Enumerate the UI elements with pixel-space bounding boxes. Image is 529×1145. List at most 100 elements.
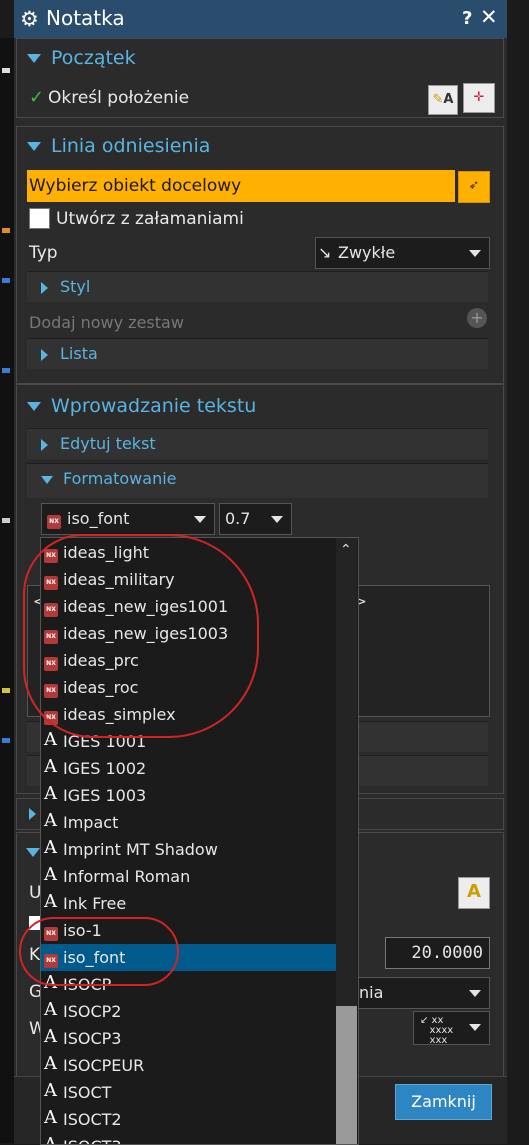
leader-type-icon: ↘ — [318, 243, 332, 262]
select-target-label: Wybierz obiekt docelowy — [29, 176, 242, 196]
font-list-item[interactable]: A ISOCT2 — [41, 1106, 337, 1133]
type-label: Typ — [29, 243, 58, 263]
expand-triangle-icon — [41, 281, 48, 294]
checkmark-icon: ✓ — [29, 87, 45, 108]
leader-target-icon[interactable]: ➶ — [458, 171, 490, 203]
list-label: Lista — [60, 344, 98, 363]
expand-triangle-icon — [29, 808, 36, 820]
font-size-select[interactable]: 0.7 — [219, 503, 292, 535]
font-select[interactable]: NX iso_font — [41, 503, 215, 535]
origin-header[interactable]: Początek — [27, 47, 136, 69]
edit-text-label: Edytuj tekst — [60, 434, 156, 453]
font-list-item-label: ISOCT3 — [63, 1137, 122, 1144]
font-list-item[interactable]: A IGES 1002 — [41, 755, 337, 782]
font-list-item[interactable]: A Informal Roman — [41, 863, 337, 890]
font-list-item-label: ISOCT2 — [63, 1110, 122, 1129]
truetype-font-icon: A — [44, 810, 57, 831]
font-size-value: 0.7 — [225, 509, 251, 528]
font-list-item-label: ISOCPEUR — [63, 1056, 145, 1075]
truetype-font-icon: A — [44, 999, 57, 1020]
chevron-down-icon — [469, 990, 481, 997]
font-list-item[interactable]: A ISOCP2 — [41, 998, 337, 1025]
leader-type-select[interactable]: ↘ Zwykłe — [315, 237, 490, 269]
text-input-header[interactable]: Wprowadzanie tekstu — [27, 395, 256, 417]
specify-location-label[interactable]: Określ położenie — [48, 88, 189, 108]
point-dialog-icon[interactable]: ✛ — [463, 83, 495, 113]
scrollbar-thumb[interactable] — [336, 1006, 357, 1144]
formatting-subgroup[interactable]: Formatowanie — [27, 463, 488, 498]
font-list-item[interactable]: A Impact — [41, 809, 337, 836]
left-toolbar-strip — [0, 38, 14, 1143]
collapse-triangle-icon — [27, 402, 41, 411]
leader-attach-icon: ↙ xx xxxx xxx — [420, 1015, 454, 1046]
select-target-row[interactable]: Wybierz obiekt docelowy — [27, 170, 455, 202]
chevron-down-icon — [194, 516, 206, 523]
font-list-item-label: Imprint MT Shadow — [63, 840, 218, 859]
collapse-triangle-icon — [41, 475, 53, 484]
settings-style-icon[interactable]: A — [458, 877, 490, 909]
leader-header[interactable]: Linia odniesienia — [27, 135, 210, 157]
font-list-item[interactable]: A IGES 1003 — [41, 782, 337, 809]
text-input-header-label: Wprowadzanie tekstu — [51, 395, 257, 417]
formatting-label: Formatowanie — [63, 469, 177, 488]
annotation-circle-ideas — [23, 534, 259, 738]
truetype-font-icon: A — [44, 729, 57, 750]
truetype-font-icon: A — [44, 837, 57, 858]
font-list-item-label: IGES 1003 — [63, 786, 147, 805]
origin-group: Początek ✓ Określ położenie ✎A ✛ — [16, 38, 504, 118]
collapse-triangle-icon — [27, 142, 41, 151]
font-list-item-label: ISOCT — [63, 1083, 112, 1102]
angle-input[interactable]: 20.0000 — [385, 937, 490, 969]
edit-text-subgroup[interactable]: Edytuj tekst — [27, 428, 488, 459]
leader-type-value: Zwykłe — [338, 243, 396, 262]
font-list-item-label: ISOCP2 — [63, 1002, 122, 1021]
collapse-triangle-icon — [27, 54, 41, 63]
collapse-triangle-icon — [26, 848, 40, 857]
create-with-jogs-label: Utwórz z załamaniami — [56, 209, 244, 229]
font-list-item-label: Impact — [63, 813, 119, 832]
chevron-down-icon — [469, 250, 481, 257]
font-list-item[interactable]: A ISOCPEUR — [41, 1052, 337, 1079]
chevron-down-icon — [469, 1024, 481, 1031]
font-list-item[interactable]: A ISOCT — [41, 1079, 337, 1106]
truetype-font-icon: A — [44, 756, 57, 777]
font-list-item-label: Informal Roman — [63, 867, 191, 886]
close-icon[interactable]: ✕ — [480, 5, 498, 29]
expand-triangle-icon — [41, 348, 48, 361]
origin-tool-icon[interactable]: ✎A — [428, 85, 458, 115]
font-list-item[interactable]: A Ink Free — [41, 890, 337, 917]
truetype-font-icon: A — [44, 864, 57, 885]
truetype-font-icon: A — [44, 891, 57, 912]
truetype-font-icon: A — [44, 783, 57, 804]
gear-icon[interactable]: ⚙ — [20, 7, 39, 31]
create-with-jogs-checkbox[interactable] — [29, 208, 50, 229]
font-list-item[interactable]: A ISOCT3 — [41, 1133, 337, 1145]
origin-header-label: Początek — [51, 47, 136, 69]
truetype-font-icon: A — [44, 1107, 57, 1128]
truetype-font-icon: A — [44, 1134, 57, 1145]
font-list-item[interactable]: A Imprint MT Shadow — [41, 836, 337, 863]
anchor-select-value: nia — [359, 983, 384, 1002]
title-bar: ⚙ Notatka ? ✕ — [14, 0, 507, 39]
chevron-down-icon — [271, 516, 283, 523]
style-label: Styl — [60, 277, 91, 296]
nx-font-icon: NX — [47, 511, 66, 530]
font-list-item-label: Ink Free — [63, 894, 127, 913]
expand-triangle-icon — [41, 438, 48, 451]
list-subgroup[interactable]: Lista — [27, 338, 488, 369]
help-button[interactable]: ? — [462, 8, 472, 29]
truetype-font-icon: A — [44, 1026, 57, 1047]
leader-group: Linia odniesienia Wybierz obiekt docelow… — [16, 126, 504, 384]
truetype-font-icon: A — [44, 1053, 57, 1074]
leader-attach-select[interactable]: ↙ xx xxxx xxx — [413, 1011, 490, 1046]
add-new-set-label: Dodaj nowy zestaw — [29, 313, 184, 332]
add-set-icon[interactable]: + — [467, 308, 487, 328]
style-subgroup[interactable]: Styl — [27, 271, 488, 302]
font-select-value: iso_font — [67, 509, 130, 528]
window-title: Notatka — [46, 6, 125, 30]
scroll-up-icon[interactable]: ⌃ — [340, 542, 352, 558]
truetype-font-icon: A — [44, 1080, 57, 1101]
font-list-item[interactable]: A ISOCP3 — [41, 1025, 337, 1052]
close-button[interactable]: Zamknij — [395, 1084, 492, 1120]
leader-header-label: Linia odniesienia — [51, 135, 211, 157]
